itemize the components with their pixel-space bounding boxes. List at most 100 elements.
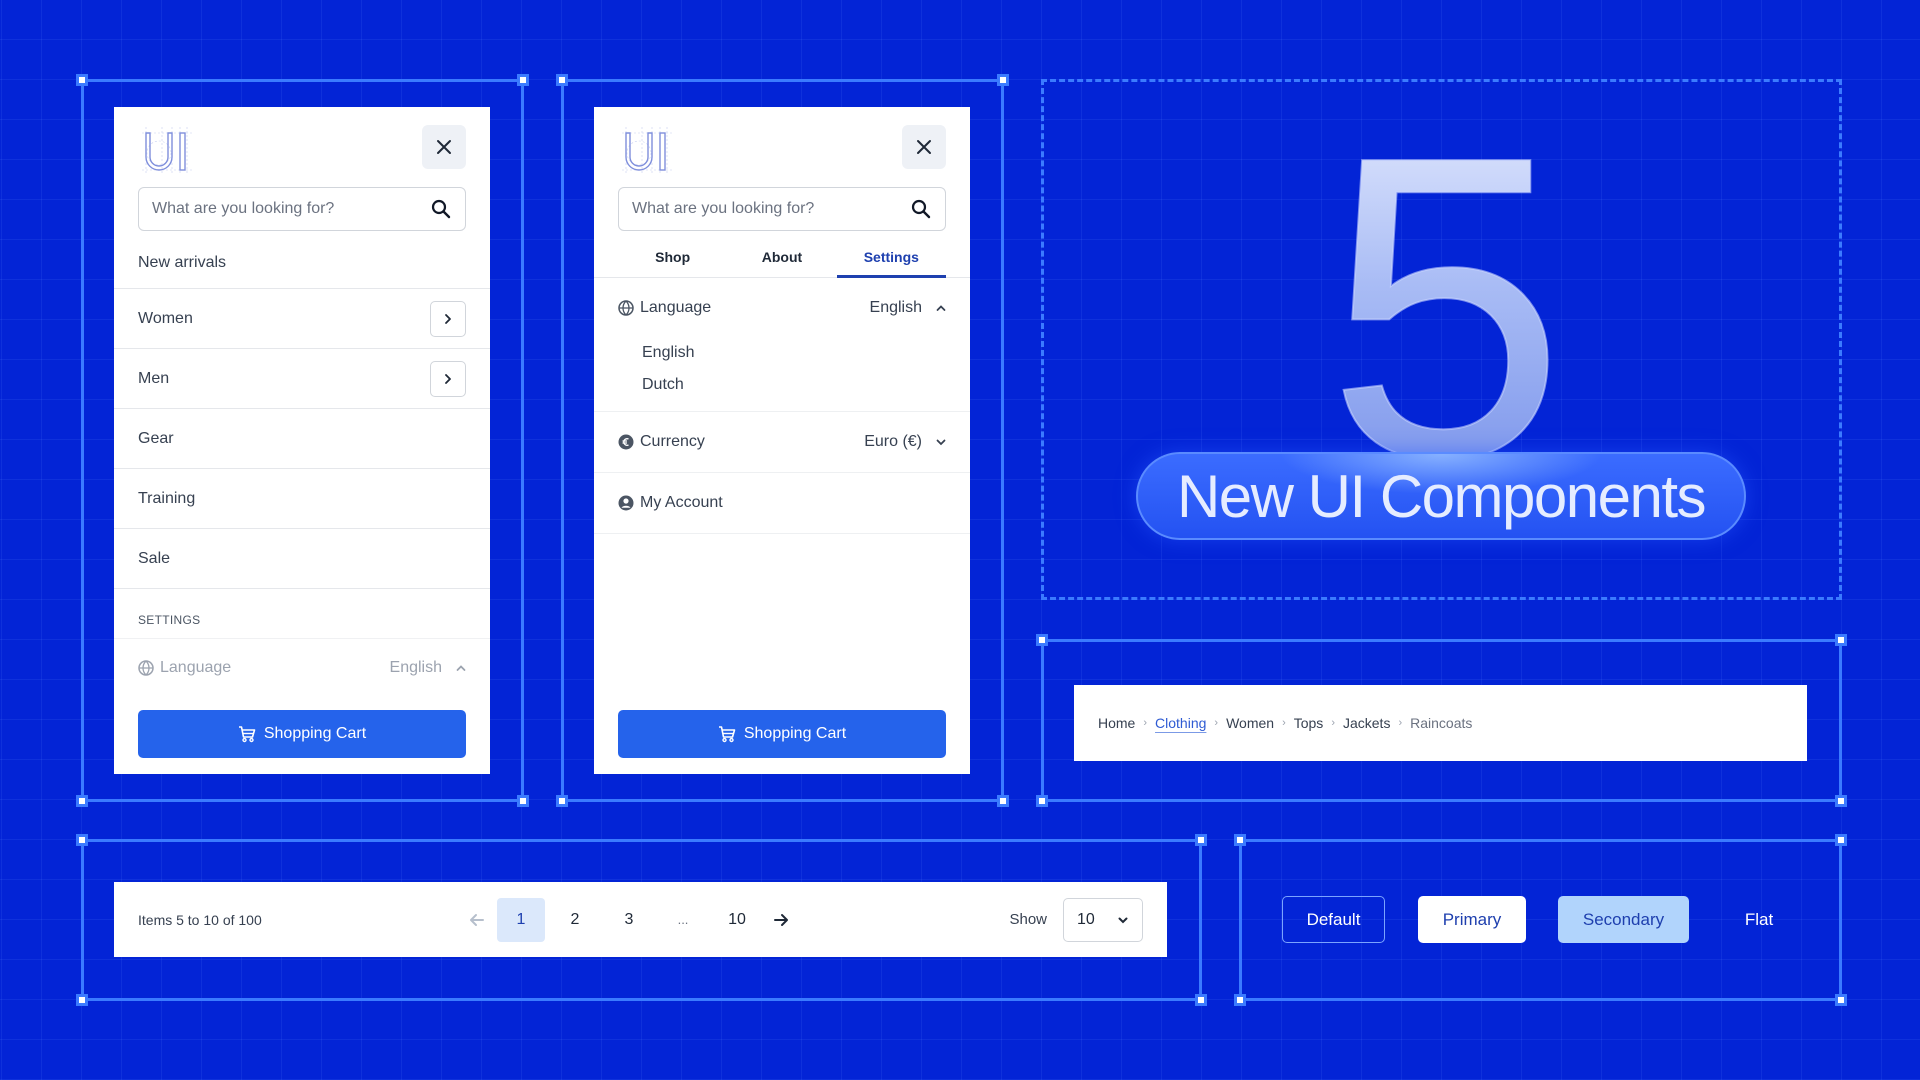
currency-value: Euro (€): [864, 433, 922, 450]
language-accordion: Language English English Dutch: [594, 279, 970, 412]
pagination: Items 5 to 10 of 100 1 2 3 ... 10 Show 1…: [114, 882, 1167, 957]
frame-handle[interactable]: [556, 74, 568, 86]
page-size-value: 10: [1077, 910, 1095, 928]
pagination-nav: 1 2 3 ... 10: [460, 897, 798, 942]
breadcrumb-home[interactable]: Home: [1098, 715, 1135, 731]
chevron-down-icon: [1118, 917, 1128, 923]
currency-accordion: Currency Euro (€): [594, 412, 970, 473]
menu-item-label: Men: [138, 369, 170, 387]
pagination-info: Items 5 to 10 of 100: [138, 911, 262, 928]
frame-handle[interactable]: [1835, 795, 1847, 807]
frame-handle[interactable]: [997, 795, 1009, 807]
language-label: Language: [160, 659, 232, 676]
close-button[interactable]: [902, 125, 946, 169]
tab-about[interactable]: About: [727, 237, 836, 277]
tab-bar: Shop About Settings: [594, 237, 970, 278]
arrow-right-icon: [774, 913, 788, 926]
page-button-2[interactable]: 2: [551, 898, 599, 942]
headline-pill: New UI Components: [1136, 452, 1746, 540]
menu-item-women[interactable]: Women: [114, 289, 490, 349]
language-option-english[interactable]: English: [642, 337, 970, 369]
frame-handle[interactable]: [997, 74, 1009, 86]
search-icon[interactable]: [909, 197, 933, 221]
expand-submenu-button[interactable]: [430, 300, 466, 337]
menu-item-new-arrivals[interactable]: New arrivals: [114, 237, 490, 289]
secondary-button[interactable]: Secondary: [1558, 896, 1689, 943]
next-page-button[interactable]: [764, 898, 798, 942]
chevron-up-icon: [936, 305, 946, 311]
frame-handle[interactable]: [1195, 834, 1207, 846]
globe-icon: [138, 660, 154, 676]
frame-handle[interactable]: [1835, 994, 1847, 1006]
search-field[interactable]: [618, 187, 946, 231]
frame-handle[interactable]: [76, 994, 88, 1006]
breadcrumb-women[interactable]: Women: [1226, 715, 1274, 731]
language-option-dutch[interactable]: Dutch: [642, 369, 970, 401]
breadcrumb: Home › Clothing › Women › Tops › Jackets…: [1074, 685, 1807, 761]
frame-handle[interactable]: [1036, 634, 1048, 646]
menu-item-men[interactable]: Men: [114, 349, 490, 409]
page-size-label: Show: [1009, 911, 1047, 928]
arrow-left-icon: [470, 913, 484, 926]
search-field[interactable]: [138, 187, 466, 231]
close-button[interactable]: [422, 125, 466, 169]
headline-title: New UI Components: [1176, 462, 1707, 530]
tab-shop[interactable]: Shop: [618, 237, 727, 277]
tab-settings[interactable]: Settings: [836, 237, 947, 278]
previous-page-button[interactable]: [460, 898, 494, 942]
frame-handle[interactable]: [1195, 994, 1207, 1006]
language-value: English: [389, 659, 442, 676]
frame-handle[interactable]: [556, 795, 568, 807]
primary-button[interactable]: Primary: [1418, 896, 1526, 943]
frame-handle[interactable]: [517, 795, 529, 807]
language-accordion-header[interactable]: Language English: [594, 279, 970, 337]
currency-label: Currency: [640, 433, 705, 450]
page-button-last[interactable]: 10: [713, 898, 761, 942]
frame-handle[interactable]: [1234, 834, 1246, 846]
breadcrumb-tops[interactable]: Tops: [1294, 715, 1324, 731]
page-button-3[interactable]: 3: [605, 898, 653, 942]
search-icon[interactable]: [429, 197, 453, 221]
frame-handle[interactable]: [76, 834, 88, 846]
frame-handle[interactable]: [76, 74, 88, 86]
menu-list: New arrivals Women Men Gear Training Sal…: [114, 237, 490, 697]
headline-number: 5: [1325, 104, 1566, 464]
search-input[interactable]: [152, 200, 429, 218]
search-input[interactable]: [632, 200, 909, 218]
menu-item-training[interactable]: Training: [114, 469, 490, 529]
menu-item-label: Women: [138, 309, 193, 327]
shopping-cart-button[interactable]: Shopping Cart: [618, 710, 946, 758]
breadcrumb-jackets[interactable]: Jackets: [1343, 715, 1390, 731]
flat-button[interactable]: Flat: [1722, 896, 1796, 943]
expand-submenu-button[interactable]: [430, 360, 466, 397]
frame-handle[interactable]: [517, 74, 529, 86]
pagination-ellipsis: ...: [677, 912, 689, 927]
currency-accordion-header[interactable]: Currency Euro (€): [594, 412, 970, 472]
settings-heading: SETTINGS: [114, 589, 490, 639]
breadcrumb-raincoats: Raincoats: [1410, 715, 1473, 731]
breadcrumb-clothing[interactable]: Clothing: [1155, 715, 1206, 731]
my-account-link[interactable]: My Account: [594, 473, 970, 533]
page-size-select[interactable]: 10: [1063, 897, 1143, 942]
frame-handle[interactable]: [76, 795, 88, 807]
shopping-cart-label: Shopping Cart: [263, 725, 367, 742]
frame-handle[interactable]: [1835, 634, 1847, 646]
globe-icon: [618, 300, 634, 316]
menu-item-sale[interactable]: Sale: [114, 529, 490, 589]
frame-handle[interactable]: [1835, 834, 1847, 846]
page-button-1[interactable]: 1: [497, 897, 545, 942]
language-setting[interactable]: Language English: [114, 639, 490, 697]
language-options: English Dutch: [594, 337, 970, 411]
shopping-cart-button[interactable]: Shopping Cart: [138, 710, 466, 758]
frame-handle[interactable]: [1036, 795, 1048, 807]
menu-item-label: Gear: [138, 429, 174, 447]
cart-icon: [238, 726, 256, 743]
menu-item-gear[interactable]: Gear: [114, 409, 490, 469]
chevron-down-icon: [936, 439, 946, 446]
frame-handle[interactable]: [1234, 994, 1246, 1006]
breadcrumb-separator: ›: [1282, 717, 1286, 729]
ui-logo: [142, 127, 194, 175]
language-label: Language: [640, 299, 712, 316]
default-button[interactable]: Default: [1282, 896, 1385, 943]
settings-list: Language English English Dutch Currency …: [594, 279, 970, 534]
